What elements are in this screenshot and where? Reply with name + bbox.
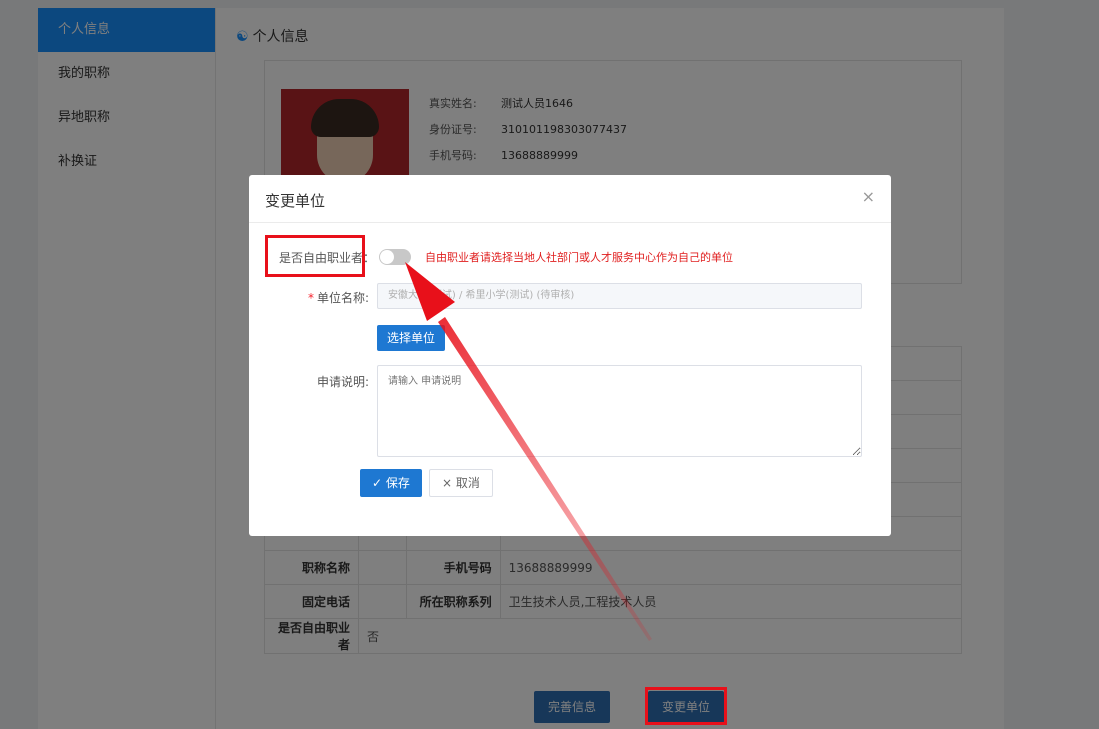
- unit-name-label-group: * 单位名称:: [269, 289, 369, 306]
- required-mark: *: [307, 291, 314, 305]
- select-unit-button[interactable]: 选择单位: [377, 325, 446, 351]
- save-button-label: 保存: [385, 476, 410, 490]
- close-icon[interactable]: ×: [862, 189, 875, 205]
- freelancer-hint: 自由职业者请选择当地人社部门或人才服务中心作为自己的单位: [425, 251, 733, 264]
- save-button[interactable]: ✓ 保存: [360, 469, 422, 497]
- freelancer-toggle[interactable]: [379, 249, 411, 265]
- note-label: 申请说明:: [316, 375, 369, 389]
- close-icon: ×: [442, 476, 453, 490]
- unit-name-input[interactable]: 安徽大学(测试) / 希里小学(测试) (待审核): [377, 283, 862, 309]
- cancel-button[interactable]: × 取消: [429, 469, 493, 497]
- check-icon: ✓: [372, 476, 383, 490]
- dialog-header: 变更单位 ×: [249, 175, 891, 223]
- dialog-title: 变更单位: [265, 192, 326, 210]
- annotation-box-change-unit: [645, 687, 727, 725]
- unit-name-label: 单位名称:: [316, 291, 369, 305]
- note-textarea[interactable]: [377, 365, 862, 457]
- change-unit-dialog: 变更单位 × 是否自由职业者： 自由职业者请选择当地人社部门或人才服务中心作为自…: [249, 175, 891, 536]
- cancel-button-label: 取消: [455, 476, 480, 490]
- toggle-knob: [380, 250, 394, 264]
- annotation-box-freelancer: [265, 235, 365, 277]
